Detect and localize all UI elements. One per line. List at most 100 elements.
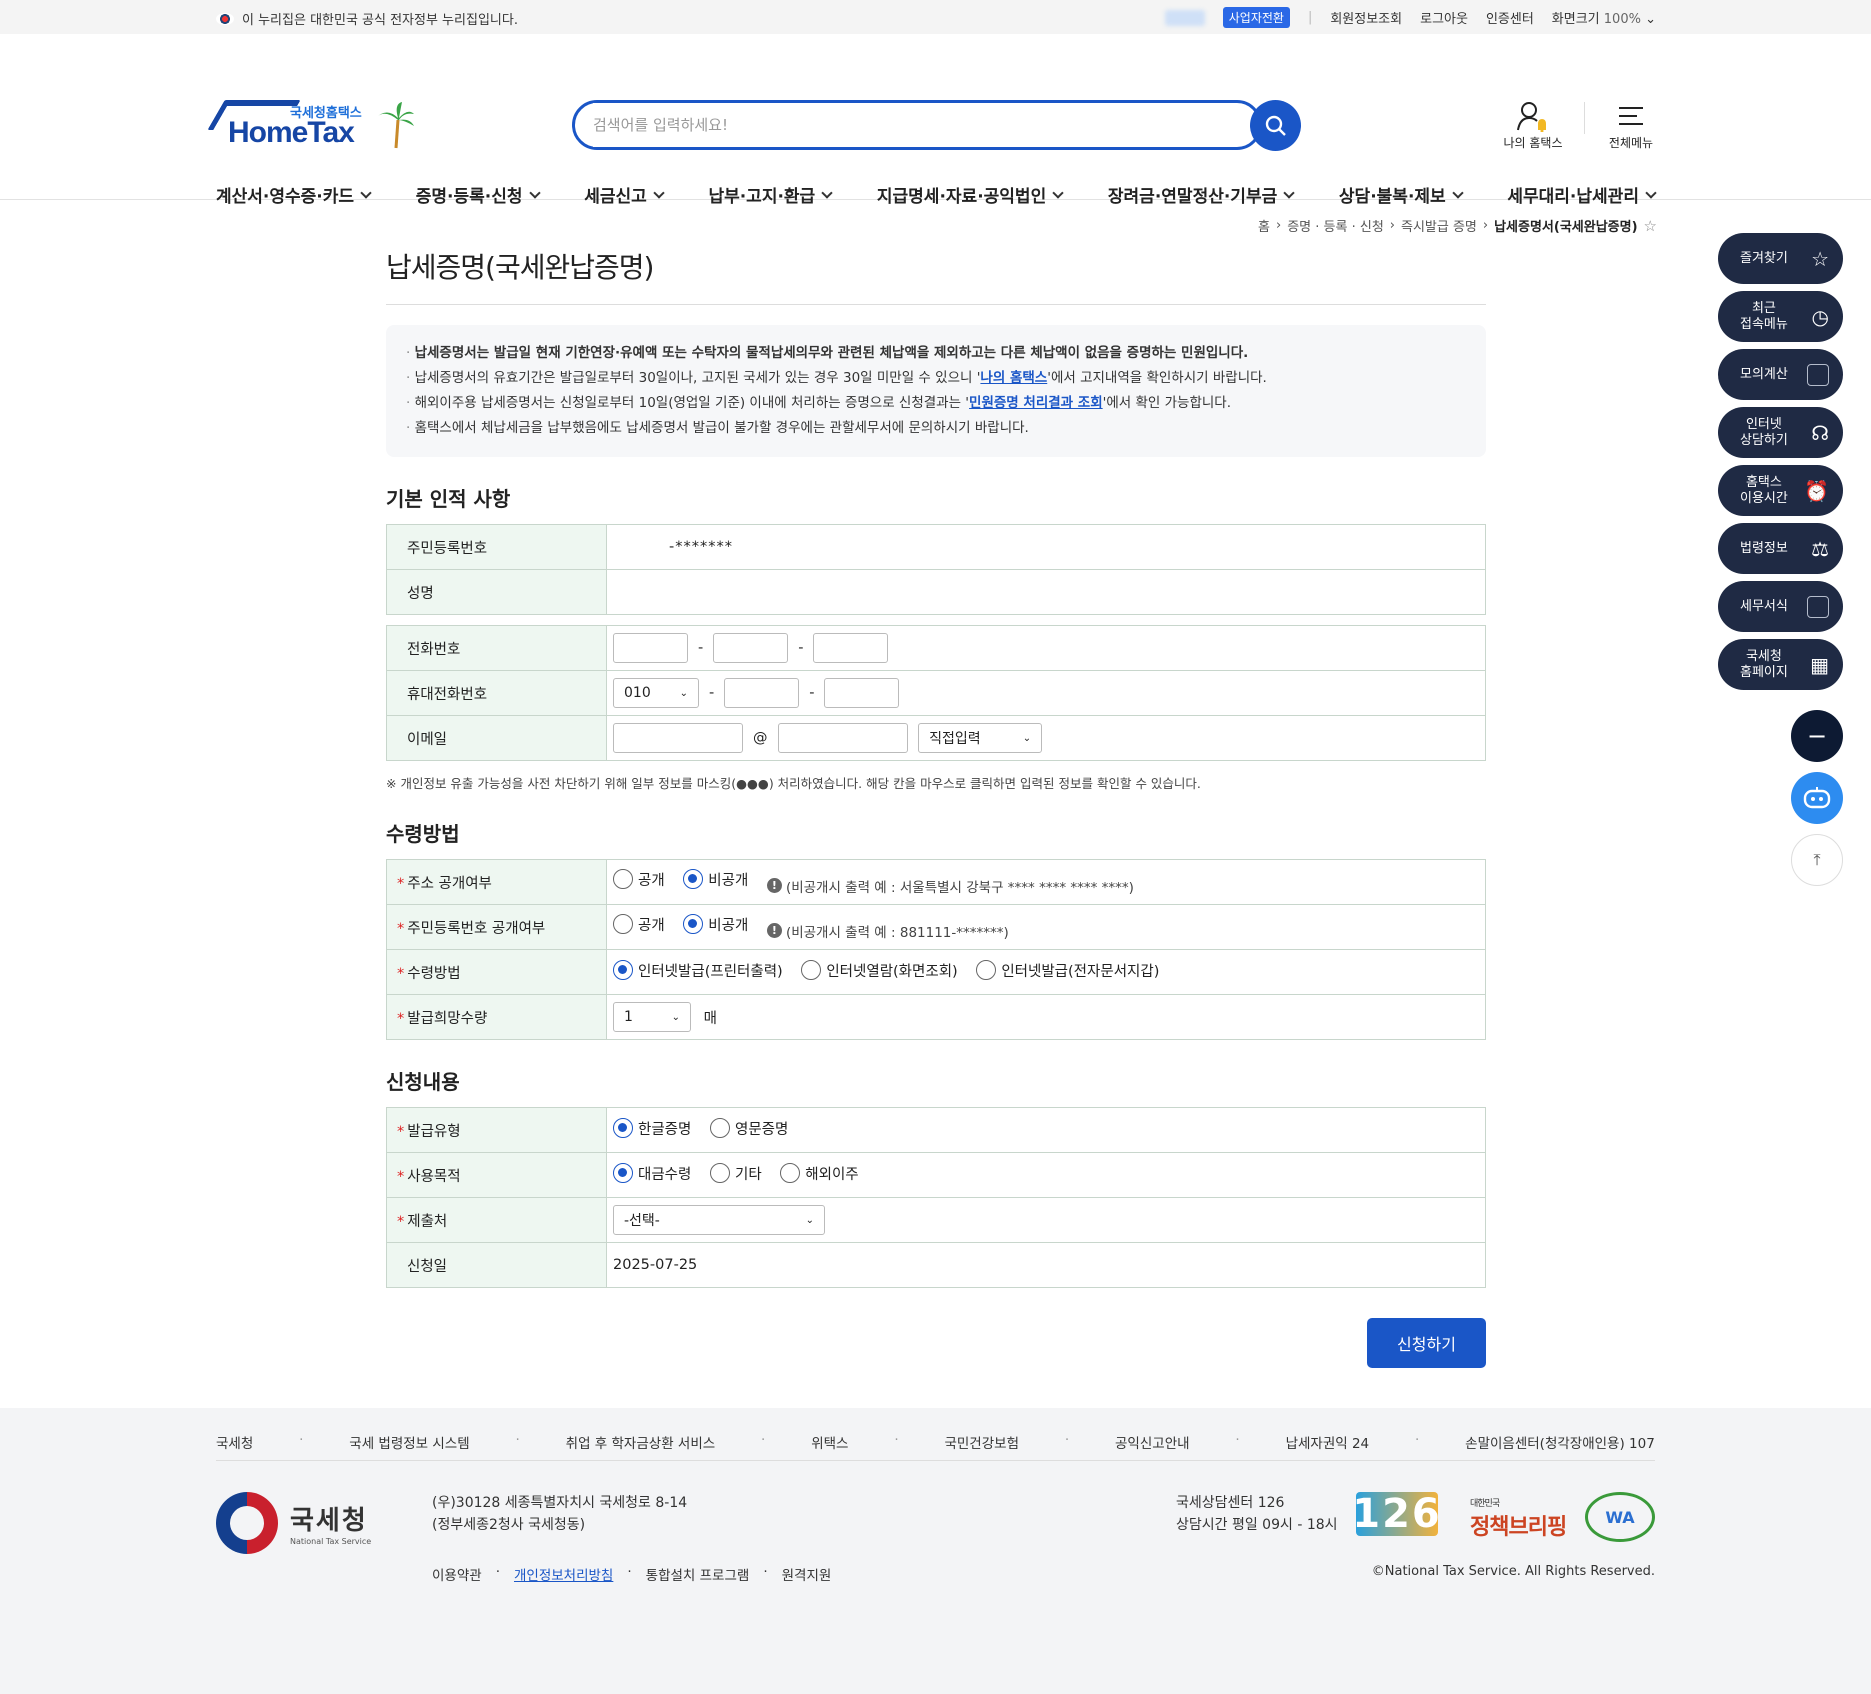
my-hometax-label: 나의 홈택스 <box>1503 136 1563 150</box>
logout-link[interactable]: 로그아웃 <box>1420 8 1468 27</box>
quick-consult[interactable]: 인터넷 상담하기 ☊ <box>1718 407 1843 458</box>
badge-126[interactable]: 126 <box>1352 1491 1440 1537</box>
hint-text: (비공개시 출력 예 : 서울특별시 강북구 **** **** **** **… <box>785 879 1134 896</box>
user-bell-icon <box>1517 102 1546 132</box>
purpose-label: 사용목적 <box>386 1152 607 1198</box>
radio-label: 비공개 <box>708 872 749 889</box>
email-domain-select[interactable]: 직접입력 ⌄ <box>918 723 1043 753</box>
nav-item[interactable]: 증명·등록·신청 <box>416 182 541 207</box>
org-eng-name: National Tax Service <box>290 1537 372 1546</box>
breadcrumb-item[interactable]: 증명 · 등록 · 신청 <box>1287 216 1384 235</box>
all-menu-button[interactable]: 전체메뉴 <box>1591 98 1671 151</box>
separator: · <box>515 1432 520 1448</box>
radio-purpose-emigration[interactable]: 해외이주 <box>780 1163 859 1184</box>
breadcrumb-item[interactable]: 즉시발급 증명 <box>1401 216 1477 235</box>
privacy-link[interactable]: 개인정보처리방침 <box>514 1564 613 1584</box>
nav-item[interactable]: 상담·불복·제보 <box>1338 182 1464 207</box>
rrn-masked[interactable]: -******* <box>669 539 733 555</box>
wa-badge[interactable]: WA <box>1585 1492 1655 1542</box>
radio-purpose-payment[interactable]: 대금수령 <box>613 1163 691 1184</box>
quick-label-line: 상담하기 <box>1740 432 1788 448</box>
cert-center-link[interactable]: 인증센터 <box>1486 8 1534 27</box>
quick-label-line: 국세청 <box>1745 648 1782 664</box>
phone-field-2[interactable] <box>713 633 789 663</box>
quick-label: 법령정보 <box>1740 541 1788 557</box>
rrn-hint: ! (비공개시 출력 예 : 881111-*******) <box>766 921 1009 941</box>
qty-select[interactable]: 1 ⌄ <box>613 1002 691 1032</box>
biz-switch-button[interactable]: 사업자전환 <box>1222 7 1290 28</box>
type-label: 발급유형 <box>386 1107 607 1153</box>
footer-link[interactable]: 공익신고안내 <box>1115 1432 1190 1452</box>
nav-item[interactable]: 지급명세·자료·공익법인 <box>877 182 1064 207</box>
chevron-down-icon: ⌄ <box>671 1011 680 1023</box>
phone-field-3[interactable] <box>813 633 889 663</box>
radio-rrn-public[interactable]: 공개 <box>613 914 665 935</box>
radio-type-korean[interactable]: 한글증명 <box>613 1118 691 1139</box>
hometax-logo[interactable]: 국세청홈택스 HomeTax <box>207 98 426 154</box>
mobile-field-2[interactable] <box>724 678 800 708</box>
radio-method-wallet[interactable]: 인터넷발급(전자문서지갑) <box>976 960 1159 981</box>
table-row: 휴대전화번호 010 ⌄ - - <box>386 670 1486 716</box>
nav-label: 계산서·영수증·카드 <box>216 187 355 207</box>
breadcrumb-home[interactable]: 홈 <box>1258 216 1270 235</box>
radio-icon <box>613 914 633 934</box>
quick-calculator[interactable]: 모의계산 <box>1718 349 1843 400</box>
terms-link[interactable]: 이용약관 <box>432 1564 482 1584</box>
nav-item[interactable]: 장려금·연말정산·기부금 <box>1107 182 1295 207</box>
radio-addr-private[interactable]: 비공개 <box>683 869 748 890</box>
member-info-link[interactable]: 회원정보조회 <box>1330 8 1402 27</box>
scroll-top-button[interactable]: ⤒ <box>1791 834 1843 886</box>
radio-purpose-other[interactable]: 기타 <box>709 1163 762 1184</box>
result-inquiry-link[interactable]: 민원증명 처리결과 조회 <box>969 395 1103 411</box>
chatbot-button[interactable] <box>1791 772 1843 824</box>
star-icon[interactable]: ☆ <box>1644 217 1657 235</box>
quick-recent[interactable]: 최근 접속메뉴 ◷ <box>1718 291 1843 342</box>
search-button[interactable] <box>1250 100 1301 151</box>
nav-item[interactable]: 세무대리·납세관리 <box>1507 182 1657 207</box>
email-domain-field[interactable] <box>777 723 908 753</box>
email-id-field[interactable] <box>613 723 743 753</box>
mobile-field-3[interactable] <box>824 678 900 708</box>
footer-link[interactable]: 손말이음센터(청각장애인용) 107 <box>1465 1432 1655 1452</box>
footer-link[interactable]: 국민건강보험 <box>944 1432 1019 1452</box>
my-hometax-button[interactable]: 나의 홈택스 <box>1493 98 1573 151</box>
section-heading: 신청내용 <box>386 1070 460 1094</box>
notice-line: 해외이주용 납세증명서는 신청일로부터 10일(영업일 기준) 이내에 처리하는… <box>406 391 1466 416</box>
my-hometax-link[interactable]: 나의 홈택스 <box>980 370 1047 386</box>
footer-link[interactable]: 취업 후 학자금상환 서비스 <box>566 1432 716 1452</box>
radio-method-view[interactable]: 인터넷열람(화면조회) <box>801 960 958 981</box>
submit-to-select[interactable]: -선택- ⌄ <box>613 1205 825 1235</box>
quick-nts-home[interactable]: 국세청 홈페이지 ▦ <box>1718 639 1843 690</box>
radio-type-english[interactable]: 영문증명 <box>709 1118 788 1139</box>
nav-item[interactable]: 세금신고 <box>584 182 665 207</box>
nav-item[interactable]: 납부·고지·환급 <box>708 182 833 207</box>
footer-link[interactable]: 국세청 <box>216 1432 253 1452</box>
nav-item[interactable]: 계산서·영수증·카드 <box>216 182 372 207</box>
install-link[interactable]: 통합설치 프로그램 <box>646 1564 750 1584</box>
footer-link[interactable]: 위택스 <box>811 1432 848 1452</box>
remote-support-link[interactable]: 원격지원 <box>782 1564 832 1584</box>
policy-briefing-badge[interactable]: 대한민국 정책브리핑 <box>1470 1496 1567 1541</box>
zoom-control[interactable]: 화면크기 100% ⌄ <box>1552 8 1656 27</box>
quick-law[interactable]: 법령정보 ⚖ <box>1718 523 1843 574</box>
quick-forms[interactable]: 세무서식 <box>1718 581 1843 632</box>
radio-method-print[interactable]: 인터넷발급(프린터출력) <box>613 960 783 981</box>
nav-label: 장려금·연말정산·기부금 <box>1107 187 1278 207</box>
radio-rrn-private[interactable]: 비공개 <box>683 914 748 935</box>
radio-icon <box>709 1118 730 1139</box>
phone-field-1[interactable] <box>613 633 688 663</box>
radio-addr-public[interactable]: 공개 <box>613 869 665 890</box>
nav-label: 세무대리·납세관리 <box>1507 187 1639 207</box>
radio-label: 비공개 <box>708 917 749 934</box>
nav-label: 상담·불복·제보 <box>1338 187 1446 207</box>
submit-button[interactable]: 신청하기 <box>1367 1318 1486 1368</box>
footer-link[interactable]: 국세 법령정보 시스템 <box>349 1432 469 1452</box>
quick-hours[interactable]: 홈택스 이용시간 ⏰ <box>1718 465 1843 516</box>
collapse-quick-button[interactable]: − <box>1791 710 1843 762</box>
mobile-prefix-select[interactable]: 010 ⌄ <box>613 678 699 708</box>
search-input[interactable] <box>593 103 1193 147</box>
footer-link[interactable]: 납세자권익 24 <box>1286 1432 1370 1452</box>
notice-text: 해외이주용 납세증명서는 신청일로부터 10일(영업일 기준) 이내에 처리하는… <box>414 395 970 411</box>
footer-address: (우)30128 세종특별자치시 국세청로 8-14 (정부세종2청사 국세청동… <box>432 1492 687 1536</box>
quick-favorites[interactable]: 즐겨찾기 ☆ <box>1718 233 1843 284</box>
